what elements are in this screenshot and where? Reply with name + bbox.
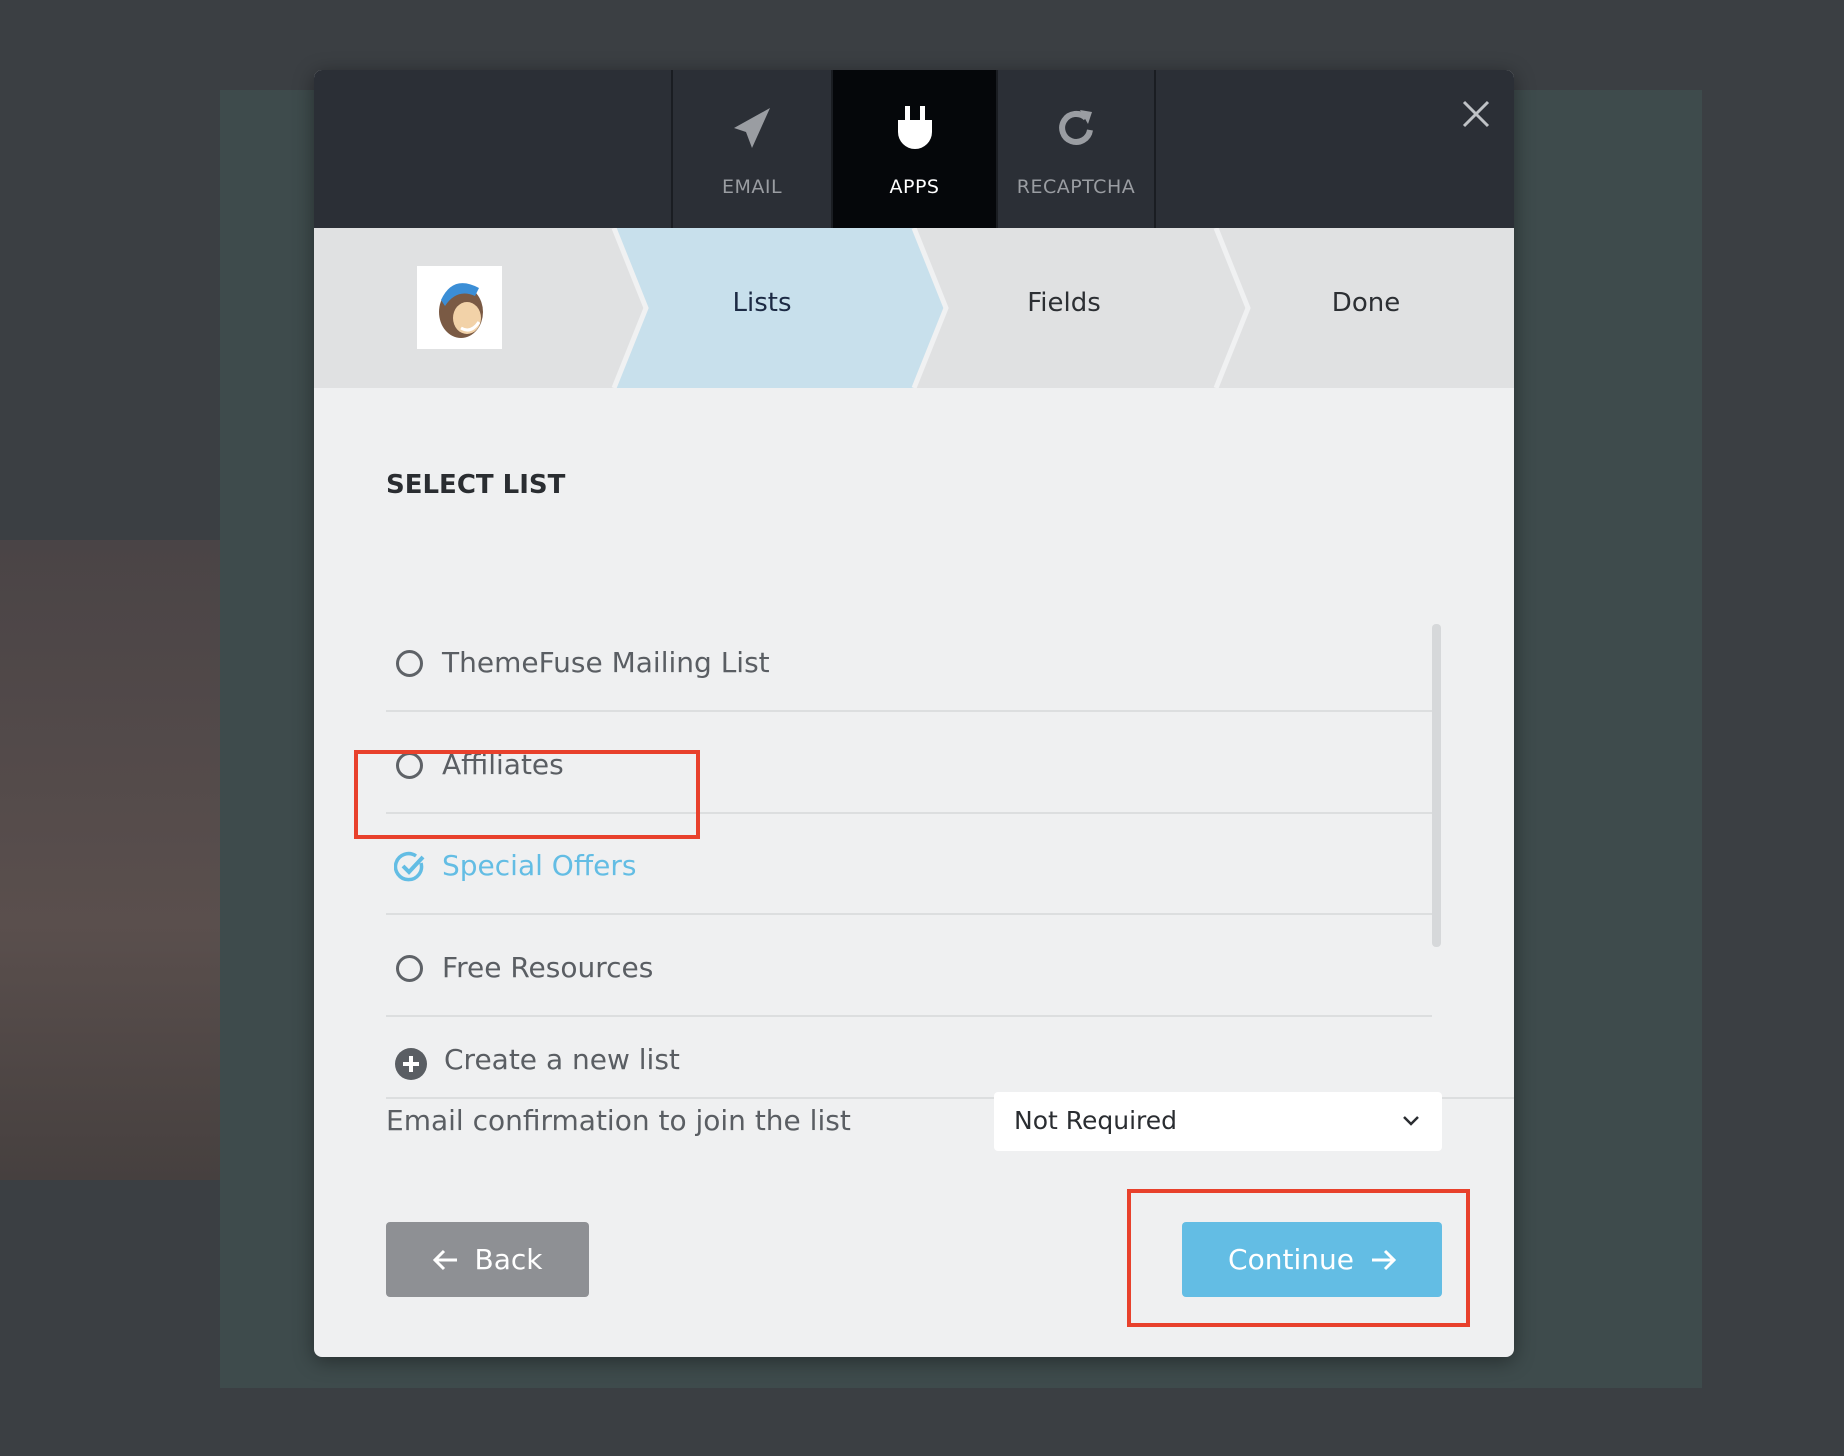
confirm-select[interactable]: Not Required [994,1092,1442,1151]
section-title: SELECT LIST [386,470,566,500]
highlight-box-continue [1127,1189,1470,1327]
arrow-left-icon [432,1249,457,1270]
create-list-button[interactable]: Create a new list [386,1019,1514,1099]
highlight-box-special-offers [354,750,700,839]
step-fields: Fields [1027,288,1101,318]
check-circle-icon [394,851,425,882]
step-done: Done [1331,288,1401,318]
tab-recaptcha[interactable]: RECAPTCHA [996,70,1156,228]
scrollbar[interactable] [1432,624,1441,947]
confirm-label: Email confirmation to join the list [386,1104,851,1137]
modal-header: EMAIL APPS RECAPTCHA [314,70,1514,228]
back-button[interactable]: Back [386,1222,589,1297]
background-image [0,540,220,1180]
close-icon [1462,100,1490,128]
refresh-icon [998,106,1154,156]
integration-modal: EMAIL APPS RECAPTCHA Lists Fields Done S… [314,70,1514,1357]
list-item[interactable]: Free Resources [386,917,1432,1017]
radio-icon [396,650,423,677]
step-progress: Lists Fields Done [314,228,1514,388]
close-button[interactable] [1456,94,1496,134]
tab-email[interactable]: EMAIL [671,70,831,228]
plus-circle-icon [395,1048,427,1080]
chevron-down-icon [1403,1116,1419,1126]
list-item[interactable]: ThemeFuse Mailing List [386,612,1432,712]
plug-icon [833,106,996,156]
tab-apps[interactable]: APPS [831,70,996,228]
paper-plane-icon [673,106,831,156]
mailchimp-logo [417,266,502,349]
step-lists: Lists [732,288,792,318]
radio-icon [396,955,423,982]
